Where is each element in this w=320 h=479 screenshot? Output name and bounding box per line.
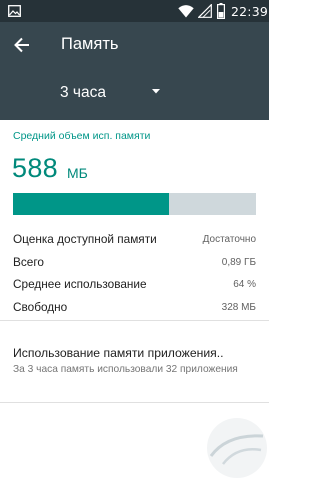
stat-value: 0,89 ГБ [221, 256, 256, 268]
memory-usage-bar-fill [13, 193, 169, 215]
battery-icon [217, 3, 225, 19]
stat-label: Свободно [13, 299, 68, 314]
status-bar: 22:39 [0, 0, 269, 22]
period-bar: 3 часа [0, 68, 269, 120]
app-memory-usage-item[interactable]: Использование памяти приложения.. За 3 ч… [0, 340, 269, 392]
stat-row-total: Всего 0,89 ГБ [13, 255, 256, 278]
stat-label: Оценка доступной памяти [13, 232, 157, 246]
watermark-logo [207, 418, 267, 478]
stat-value: 328 МБ [221, 301, 256, 313]
period-dropdown[interactable]: 3 часа [60, 80, 180, 106]
stat-row-free: Свободно 328 МБ [13, 300, 256, 323]
memory-stats-list: Оценка доступной памяти Достаточно Всего… [13, 232, 256, 322]
dropdown-caret-icon [152, 89, 160, 94]
average-memory-unit: МБ [67, 165, 88, 181]
stat-label: Среднее использование [13, 277, 147, 291]
wifi-icon [178, 5, 194, 18]
divider [0, 320, 269, 321]
signal-icon [198, 4, 212, 18]
stat-label: Всего [13, 254, 44, 269]
arrow-back-icon [14, 37, 29, 53]
stat-row-availability: Оценка доступной памяти Достаточно [13, 232, 256, 255]
divider [0, 402, 269, 403]
page-title: Память [61, 35, 119, 53]
stat-value: 64 % [233, 279, 256, 290]
section-title: Средний объем исп. памяти [13, 130, 151, 142]
status-time: 22:39 [231, 4, 269, 19]
memory-usage-bar [13, 193, 256, 215]
back-button[interactable] [10, 33, 34, 57]
period-selected-label: 3 часа [60, 84, 106, 101]
app-memory-usage-heading: Использование памяти приложения.. [13, 346, 224, 360]
stat-value: Достаточно [202, 234, 256, 245]
average-memory-value: 588 [12, 153, 58, 183]
stat-row-average-usage: Среднее использование 64 % [13, 277, 256, 300]
gallery-icon [8, 5, 21, 17]
app-bar: Память [0, 22, 269, 68]
app-memory-usage-description: За 3 часа память использовали 32 приложе… [13, 364, 238, 375]
